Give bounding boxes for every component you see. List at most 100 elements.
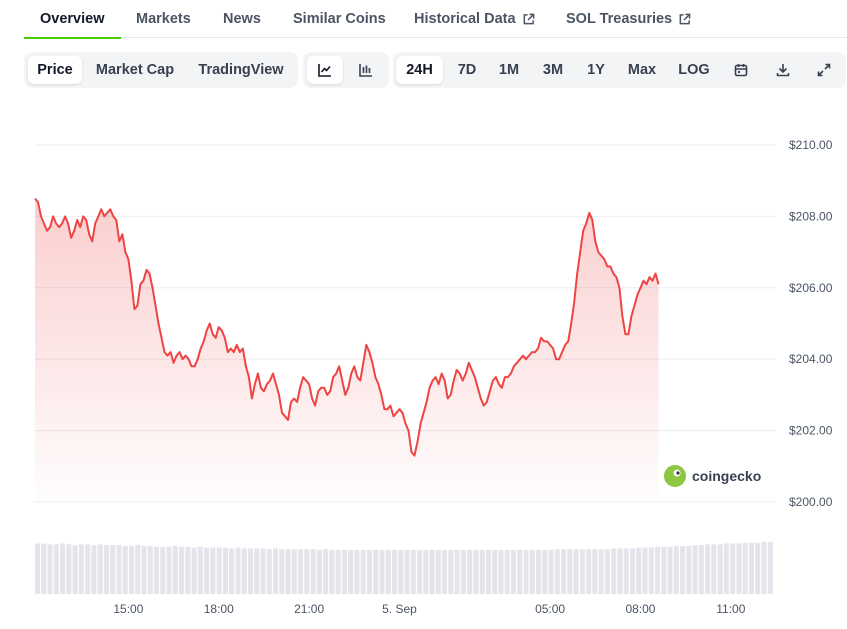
log-scale-button[interactable]: LOG: [671, 56, 717, 84]
tab-markets-label: Markets: [136, 11, 191, 27]
download-icon: [776, 64, 790, 77]
volume-bar: [736, 543, 742, 594]
ohlc-chart-icon: [359, 64, 372, 77]
price-view-button[interactable]: Price: [28, 56, 82, 84]
volume-bar: [222, 547, 228, 594]
y-tick-label: $202.00: [789, 424, 833, 438]
volume-bar: [717, 544, 723, 594]
range-24h-button[interactable]: 24H: [396, 56, 443, 84]
volume-bar: [341, 550, 347, 594]
volume-bar: [266, 549, 272, 594]
volume-bar: [460, 550, 466, 594]
volume-bar: [686, 545, 692, 594]
tab-news[interactable]: News: [223, 0, 261, 38]
tab-similar-coins[interactable]: Similar Coins: [293, 0, 386, 38]
volume-bar: [510, 550, 517, 594]
volume-bar: [680, 545, 686, 594]
volume-bar: [254, 548, 260, 594]
volume-bar: [755, 542, 761, 594]
volume-bar: [379, 550, 385, 594]
volume-bar: [141, 545, 147, 594]
volume-bar: [91, 545, 97, 594]
volume-bar: [172, 545, 178, 594]
price-area-fill: [35, 198, 659, 502]
volume-bar: [542, 550, 548, 594]
volume-bar: [667, 546, 673, 594]
tab-sol-treasuries[interactable]: SOL Treasuries: [566, 0, 691, 38]
tradingview-view-button[interactable]: TradingView: [190, 56, 292, 84]
volume-bar: [467, 550, 473, 594]
volume-bar: [360, 550, 366, 594]
tab-historical-data[interactable]: Historical Data: [414, 0, 535, 38]
external-link-icon: [679, 13, 691, 24]
calendar-button[interactable]: [726, 56, 756, 84]
volume-bar: [354, 550, 360, 594]
volume-bar: [103, 545, 109, 594]
volume-bar: [417, 550, 423, 594]
tab-overview-label: Overview: [40, 11, 105, 27]
fullscreen-button[interactable]: [809, 56, 839, 84]
range-3m-button[interactable]: 3M: [534, 56, 572, 84]
volume-bar: [298, 549, 304, 594]
volume-bar: [410, 550, 416, 594]
volume-bar: [711, 544, 717, 594]
ohlc-chart-button[interactable]: [347, 56, 385, 84]
watermark-text: coingecko: [692, 468, 761, 484]
volume-bar: [272, 548, 279, 594]
volume-bar: [153, 546, 160, 594]
volume-bar: [116, 545, 122, 594]
volume-bar: [617, 548, 623, 594]
range-max-label: Max: [627, 62, 657, 78]
volume-bar: [53, 544, 59, 594]
tab-sol-treasuries-label: SOL Treasuries: [566, 11, 673, 27]
volume-bar: [210, 547, 216, 594]
x-axis: 15:00 18:00 21:00 5. Sep 05:00 08:00 11:00: [113, 602, 745, 616]
volume-bar: [730, 543, 736, 594]
volume-bar: [329, 550, 335, 594]
market-cap-view-button[interactable]: Market Cap: [88, 56, 182, 84]
chart-view-switcher: Price Market Cap TradingView: [24, 52, 298, 88]
volume-bar: [692, 545, 698, 594]
volume-bar: [598, 549, 604, 594]
volume-bar: [767, 541, 773, 594]
volume-bar: [523, 550, 529, 594]
range-and-tools-bar: 24H 7D 1M 3M 1Y Max LOG: [393, 52, 846, 88]
range-max-button[interactable]: Max: [621, 56, 663, 84]
volume-bar: [291, 549, 297, 594]
volume-bar: [536, 550, 542, 594]
volume-bar: [604, 549, 610, 594]
download-button[interactable]: [768, 56, 798, 84]
range-3m-label: 3M: [542, 62, 564, 78]
volume-bar: [385, 550, 391, 594]
x-tick-label: 21:00: [294, 602, 324, 616]
y-tick-label: $206.00: [789, 281, 833, 295]
volume-bar: [761, 541, 767, 594]
range-1y-label: 1Y: [587, 62, 605, 78]
volume-bar: [636, 547, 642, 594]
volume-bar: [179, 546, 185, 594]
volume-bar: [60, 543, 66, 594]
line-chart-button[interactable]: [307, 56, 343, 84]
volume-bar: [366, 550, 372, 594]
range-1m-button[interactable]: 1M: [491, 56, 527, 84]
range-7d-button[interactable]: 7D: [449, 56, 485, 84]
volume-bar: [629, 548, 636, 594]
volume-bar: [310, 549, 316, 594]
volume-bar: [279, 549, 285, 594]
volume-bar: [398, 550, 404, 594]
x-tick-label: 11:00: [716, 602, 745, 616]
tab-markets[interactable]: Markets: [136, 0, 191, 38]
price-chart[interactable]: $210.00 $208.00 $206.00 $204.00 $202.00 $200.…: [0, 100, 847, 629]
range-1y-button[interactable]: 1Y: [580, 56, 612, 84]
volume-bars: [35, 541, 773, 594]
volume-bar: [391, 550, 398, 594]
chart-type-switcher: [303, 52, 389, 88]
volume-bar: [97, 544, 103, 594]
volume-bar: [473, 550, 479, 594]
tab-historical-data-label: Historical Data: [414, 11, 516, 27]
volume-bar: [748, 542, 755, 594]
x-tick-label: 18:00: [204, 602, 234, 616]
tab-overview[interactable]: Overview: [24, 0, 120, 39]
volume-bar: [742, 542, 748, 594]
log-scale-label: LOG: [678, 62, 710, 78]
